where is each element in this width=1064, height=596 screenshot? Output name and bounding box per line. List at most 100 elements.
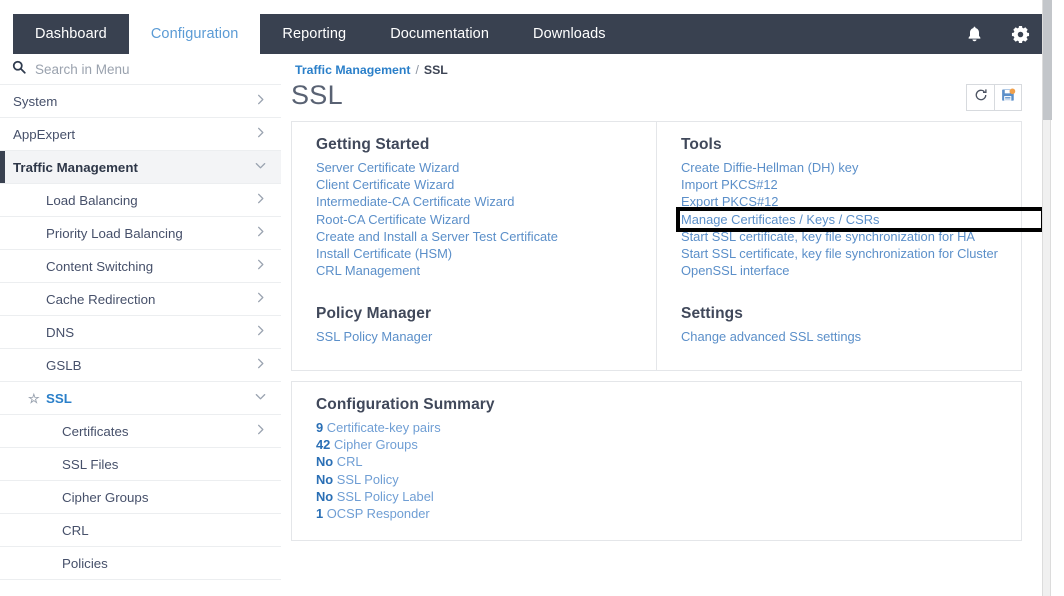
refresh-icon: [974, 88, 988, 107]
save-button[interactable]: [994, 85, 1021, 110]
sidebar-item-policies[interactable]: Policies: [0, 547, 281, 580]
refresh-button[interactable]: [967, 85, 994, 110]
bell-icon: [967, 26, 982, 43]
sidebar-item-gslb[interactable]: GSLB: [0, 349, 281, 382]
tools-title: Tools: [681, 136, 722, 153]
tools-links: Create Diffie-Hellman (DH) key Import PKC…: [681, 159, 1021, 279]
configuration-summary-panel: Configuration Summary 9 Certificate-key …: [291, 381, 1022, 541]
getting-started-link-3[interactable]: Root-CA Certificate Wizard: [316, 211, 656, 228]
sidebar-item-label: Traffic Management: [13, 159, 138, 175]
right-column: Tools Create Diffie-Hellman (DH) key Impo…: [656, 122, 1021, 370]
sidebar-item-cache-redirection[interactable]: Cache Redirection: [0, 283, 281, 316]
tools-link-6[interactable]: OpenSSL interface: [681, 262, 1021, 279]
tools-link-4[interactable]: Start SSL certificate, key file synchron…: [681, 228, 1021, 245]
policy-manager-link-0[interactable]: SSL Policy Manager: [316, 328, 656, 345]
sidebar-item-crl[interactable]: CRL: [0, 514, 281, 547]
sidebar-item-label: Load Balancing: [46, 192, 138, 208]
summary-label: Cipher Groups: [333, 437, 418, 453]
tools-link-2[interactable]: Export PKCS#12: [681, 193, 1021, 210]
settings-title: Settings: [681, 305, 743, 323]
summary-row[interactable]: 1 OCSP Responder: [316, 505, 1021, 522]
getting-started-link-0[interactable]: Server Certificate Wizard: [316, 159, 656, 176]
summary-count: 9: [316, 420, 324, 435]
page-title: SSL: [291, 80, 343, 110]
getting-started-links: Server Certificate Wizard Client Certific…: [316, 159, 656, 279]
sidebar-item-label: Certificates: [62, 423, 129, 439]
sidebar-item-label: CRL: [62, 522, 89, 538]
breadcrumb-current: SSL: [423, 63, 448, 77]
getting-started-link-6[interactable]: CRL Management: [316, 262, 656, 279]
summary-row[interactable]: No SSL Policy: [316, 471, 1021, 488]
nav-tab-label: Downloads: [533, 26, 606, 42]
summary-row[interactable]: No CRL: [316, 453, 1021, 470]
tools-link-1[interactable]: Import PKCS#12: [681, 176, 1021, 193]
settings-link-0[interactable]: Change advanced SSL settings: [681, 328, 1021, 345]
nav-tab-downloads[interactable]: Downloads: [511, 14, 628, 54]
sidebar-item-label: SSL Files: [62, 456, 119, 472]
tools-link-3[interactable]: Manage Certificates / Keys / CSRs: [681, 211, 1021, 228]
nav-tab-label: Configuration: [150, 26, 239, 42]
panel-columns: Getting Started Server Certificate Wizar…: [292, 122, 1021, 370]
summary-count: No: [316, 454, 334, 470]
getting-started-title: Getting Started: [316, 136, 430, 153]
nav-tab-reporting[interactable]: Reporting: [260, 14, 369, 54]
summary-count: No: [316, 488, 334, 504]
tools-link-5[interactable]: Start SSL certificate, key file synchron…: [681, 245, 1021, 262]
sidebar-item-ssl-files[interactable]: SSL Files: [0, 448, 281, 481]
configuration-summary-column: Configuration Summary 9 Certificate-key …: [292, 382, 1021, 522]
sidebar: System AppExpert Traffic Management Load Ba…: [0, 54, 281, 596]
sidebar-item-dns[interactable]: DNS: [0, 316, 281, 349]
sidebar-item-label: AppExpert: [13, 126, 76, 142]
sidebar-item-traffic-management[interactable]: Traffic Management: [0, 151, 281, 184]
chevron-right-icon: [254, 225, 267, 241]
sidebar-item-ssl[interactable]: ☆ SSL: [0, 382, 281, 415]
chevron-right-icon: [254, 126, 267, 142]
summary-count: 1: [316, 506, 324, 522]
summary-row[interactable]: 9 Certificate-key pairs: [316, 419, 1021, 436]
scrollbar-thumb[interactable]: [1043, 0, 1052, 120]
nav-tab-label: Dashboard: [35, 26, 107, 42]
summary-label: SSL Policy Label: [336, 488, 434, 504]
left-column: Getting Started Server Certificate Wizar…: [292, 122, 656, 370]
summary-row[interactable]: No SSL Policy Label: [316, 488, 1021, 505]
search-in-menu-row[interactable]: [0, 54, 281, 84]
sidebar-item-label: SSL: [46, 390, 72, 406]
breadcrumb-parent-link[interactable]: Traffic Management: [295, 63, 410, 77]
chevron-down-icon: [254, 390, 267, 406]
chevron-right-icon: [254, 324, 267, 340]
summary-row[interactable]: 42 Cipher Groups: [316, 436, 1021, 453]
vertical-scrollbar[interactable]: [1042, 0, 1052, 596]
sidebar-item-load-balancing[interactable]: Load Balancing: [0, 184, 281, 217]
top-navigation-bar: Dashboard Configuration Reporting Docume…: [13, 14, 1043, 54]
chevron-right-icon: [254, 423, 267, 439]
chevron-down-icon: [254, 159, 267, 175]
sidebar-item-certificates[interactable]: Certificates: [0, 415, 281, 448]
chevron-right-icon: [254, 192, 267, 208]
sidebar-item-label: Cipher Groups: [62, 489, 149, 505]
sidebar-item-appexpert[interactable]: AppExpert: [0, 118, 281, 151]
sidebar-item-priority-load-balancing[interactable]: Priority Load Balancing: [0, 217, 281, 250]
getting-started-link-4[interactable]: Create and Install a Server Test Certifi…: [316, 228, 656, 245]
chevron-right-icon: [254, 258, 267, 274]
sidebar-item-content-switching[interactable]: Content Switching: [0, 250, 281, 283]
tools-link-0[interactable]: Create Diffie-Hellman (DH) key: [681, 159, 1021, 176]
nav-tab-dashboard[interactable]: Dashboard: [13, 14, 129, 54]
notifications-button[interactable]: [951, 14, 997, 54]
getting-started-link-5[interactable]: Install Certificate (HSM): [316, 245, 656, 262]
summary-count: No: [316, 471, 334, 487]
configuration-summary-title: Configuration Summary: [316, 396, 495, 413]
save-icon: [1001, 87, 1016, 108]
nav-tab-configuration[interactable]: Configuration: [128, 14, 261, 54]
main-content: Traffic Management / SSL SSL Getting Sta…: [281, 54, 1043, 596]
search-input[interactable]: [35, 61, 225, 77]
sidebar-item-label: Policies: [62, 555, 108, 571]
favorite-star-icon[interactable]: ☆: [28, 392, 40, 405]
nav-tab-documentation[interactable]: Documentation: [368, 14, 512, 54]
sidebar-item-system[interactable]: System: [0, 85, 281, 118]
sidebar-item-cipher-groups[interactable]: Cipher Groups: [0, 481, 281, 514]
settings-button[interactable]: [997, 14, 1043, 54]
sidebar-item-label: System: [13, 93, 58, 109]
getting-started-link-1[interactable]: Client Certificate Wizard: [316, 176, 656, 193]
gear-icon: [1011, 25, 1030, 44]
getting-started-link-2[interactable]: Intermediate-CA Certificate Wizard: [316, 193, 656, 210]
